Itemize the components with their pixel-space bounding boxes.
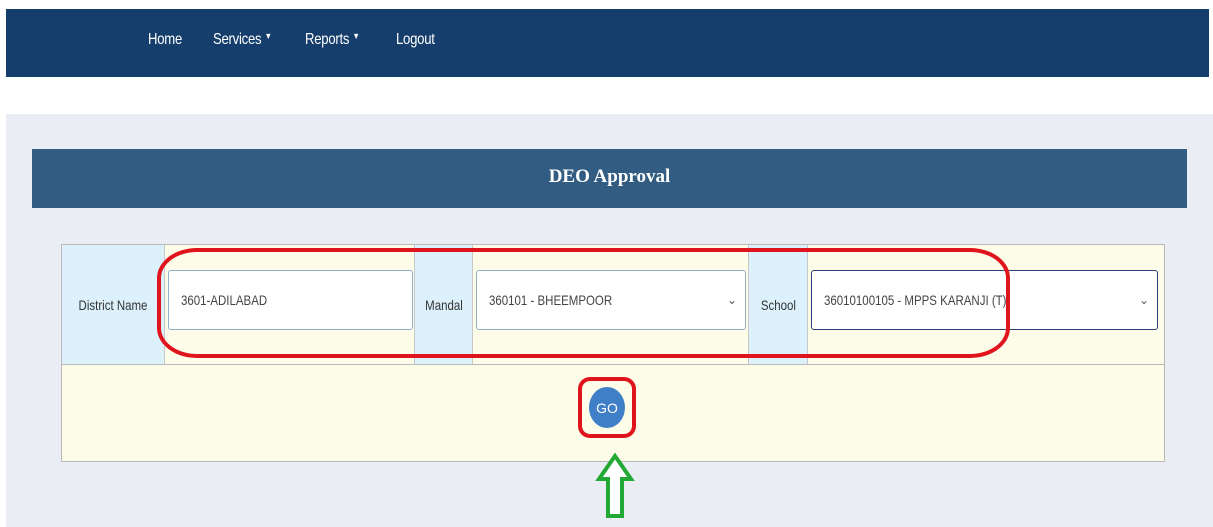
nav-services[interactable]: Services ▼ [213, 31, 272, 49]
school-value: 36010100105 - MPPS KARANJI (T) [824, 292, 1007, 308]
nav-reports[interactable]: Reports ▼ [305, 31, 360, 49]
go-button[interactable]: GO [589, 387, 625, 428]
go-highlight-box: GO [578, 377, 636, 438]
top-navbar: Home Services ▼ Reports ▼ Logout [6, 9, 1209, 77]
school-select[interactable]: 36010100105 - MPPS KARANJI (T) ⌄ [811, 270, 1158, 330]
mandal-label-cell: Mandal [414, 245, 473, 364]
mandal-select[interactable]: 360101 - BHEEMPOOR ⌄ [476, 270, 746, 330]
filter-row: District Name 3601-ADILABAD Mandal 36010… [62, 245, 1164, 365]
school-label: School [760, 296, 796, 313]
chevron-down-icon: ⌄ [1138, 293, 1149, 307]
nav-home-label: Home [148, 31, 183, 48]
up-arrow-icon [595, 453, 635, 518]
nav-reports-label: Reports [305, 31, 350, 48]
mandal-value: 360101 - BHEEMPOOR [489, 292, 613, 308]
mandal-label: Mandal [424, 296, 463, 313]
district-label-cell: District Name [62, 245, 165, 364]
panel-header: DEO Approval [32, 149, 1187, 208]
nav-logout-label: Logout [396, 31, 435, 48]
nav-logout[interactable]: Logout [396, 31, 435, 49]
page-title: DEO Approval [548, 166, 671, 187]
district-field[interactable]: 3601-ADILABAD [168, 270, 413, 330]
nav-home[interactable]: Home [148, 31, 182, 49]
caret-down-icon: ▼ [352, 31, 360, 41]
selection-form: District Name 3601-ADILABAD Mandal 36010… [61, 244, 1165, 462]
school-label-cell: School [748, 245, 808, 364]
district-value: 3601-ADILABAD [181, 292, 268, 308]
caret-down-icon: ▼ [264, 31, 272, 41]
district-label: District Name [78, 296, 148, 313]
chevron-down-icon: ⌄ [726, 293, 737, 307]
nav-services-label: Services [213, 31, 262, 48]
